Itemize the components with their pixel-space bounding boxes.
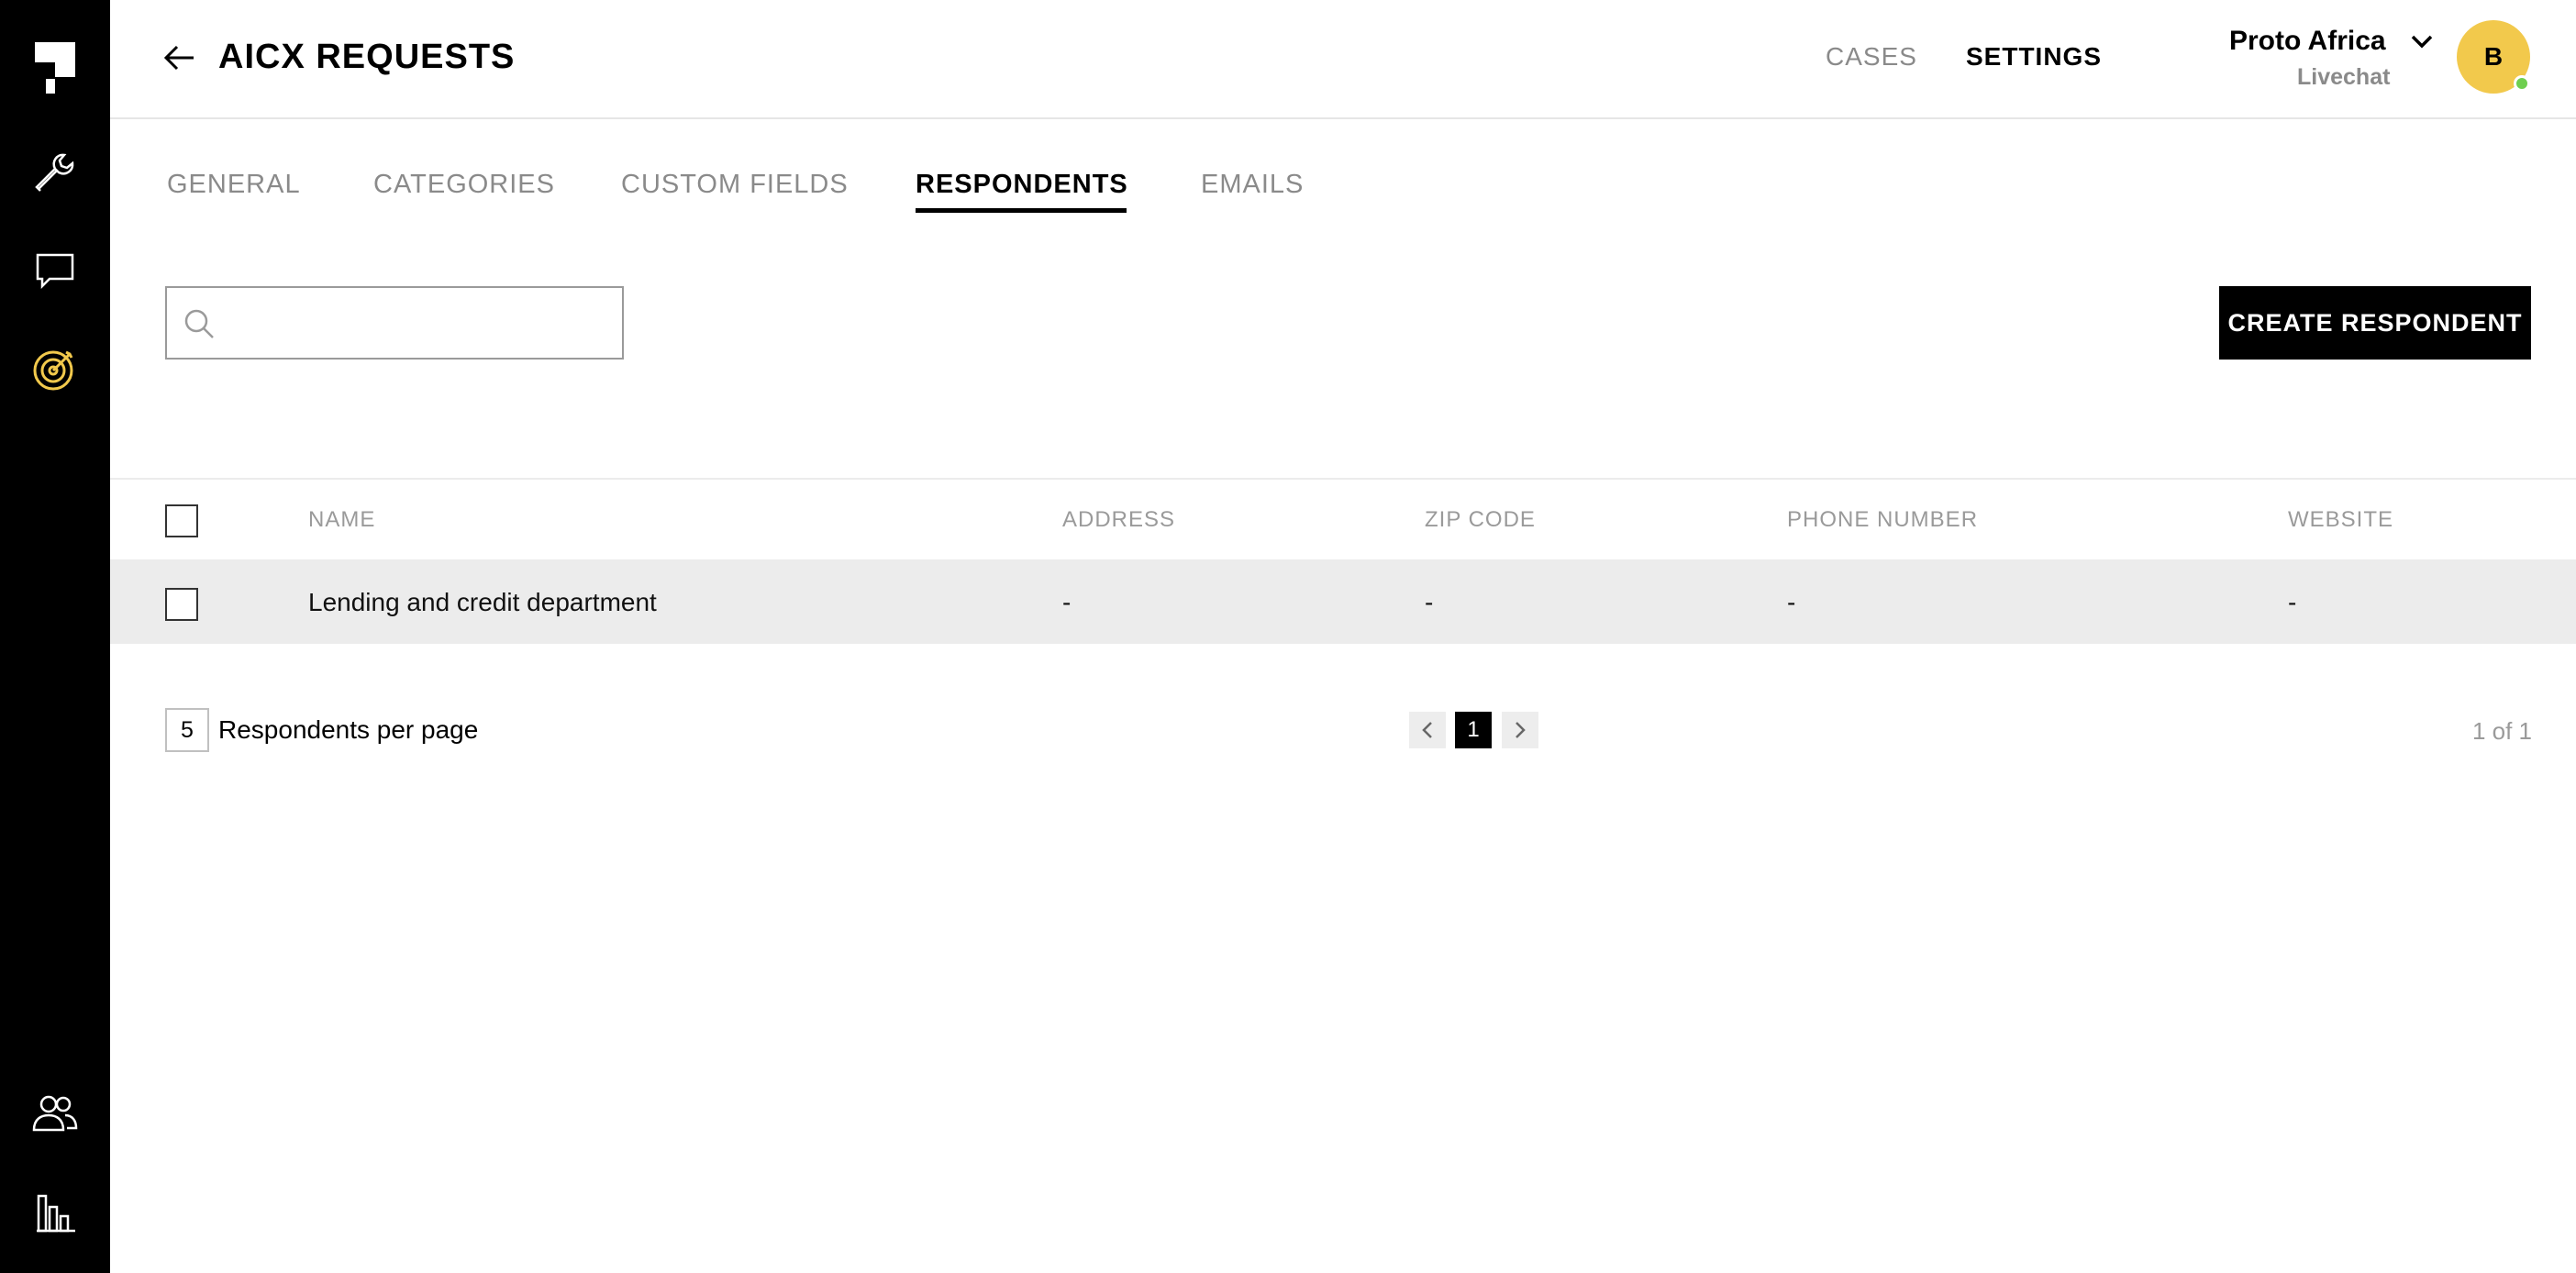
tab-emails[interactable]: EMAILS (1201, 168, 1304, 201)
tab-custom-fields[interactable]: CUSTOM FIELDS (621, 168, 849, 201)
page-title: AICX REQUESTS (218, 38, 516, 76)
target-icon[interactable] (0, 323, 110, 415)
page-count-info: 1 of 1 (2471, 717, 2532, 745)
org-name[interactable]: Proto Africa (2229, 24, 2386, 59)
sidebar (0, 0, 110, 1273)
active-tab-indicator (916, 208, 1127, 213)
column-header-name[interactable]: NAME (308, 507, 375, 533)
column-header-phone-number[interactable]: PHONE NUMBER (1787, 507, 1978, 533)
current-page-button[interactable]: 1 (1455, 712, 1492, 748)
column-header-zip-code[interactable]: ZIP CODE (1425, 507, 1536, 533)
tab-respondents[interactable]: RESPONDENTS (916, 168, 1128, 201)
create-respondent-button[interactable]: CREATE RESPONDENT (2219, 286, 2531, 360)
back-arrow-icon[interactable] (158, 37, 200, 79)
select-all-checkbox[interactable] (165, 504, 198, 537)
top-header: AICX REQUESTS CASES SETTINGS Proto Afric… (110, 0, 2576, 119)
table-divider (110, 478, 2576, 480)
prev-page-button[interactable] (1409, 712, 1446, 748)
analytics-icon[interactable] (0, 1167, 110, 1258)
tab-general[interactable]: GENERAL (167, 168, 301, 201)
search-input[interactable] (224, 297, 609, 349)
nav-settings[interactable]: SETTINGS (1966, 40, 2102, 73)
wrench-icon[interactable] (0, 127, 110, 218)
cell-name[interactable]: Lending and credit department (308, 587, 657, 618)
chat-icon[interactable] (0, 226, 110, 317)
chevron-left-icon (1422, 722, 1432, 738)
search-field[interactable] (165, 286, 624, 360)
per-page-label: Respondents per page (218, 715, 479, 744)
column-header-website[interactable]: WEBSITE (2288, 507, 2393, 533)
cell-zip-code: - (1425, 588, 1434, 616)
row-checkbox[interactable] (165, 588, 198, 621)
chevron-down-icon[interactable] (2408, 28, 2436, 55)
nav-cases[interactable]: CASES (1826, 40, 1917, 73)
cell-website: - (2288, 588, 2297, 616)
app-logo-icon[interactable] (0, 22, 110, 114)
column-header-address[interactable]: ADDRESS (1062, 507, 1175, 533)
org-channel: Livechat (2297, 64, 2391, 90)
cell-address: - (1062, 588, 1071, 616)
tab-categories[interactable]: CATEGORIES (373, 168, 555, 201)
cell-phone-number: - (1787, 588, 1796, 616)
users-icon[interactable] (0, 1068, 110, 1159)
search-icon (182, 306, 218, 348)
next-page-button[interactable] (1502, 712, 1538, 748)
chevron-right-icon (1516, 722, 1526, 738)
app-root: AICX REQUESTS CASES SETTINGS Proto Afric… (0, 0, 2576, 1273)
per-page-select[interactable]: 5 (165, 708, 209, 752)
online-status-dot (2514, 75, 2530, 92)
